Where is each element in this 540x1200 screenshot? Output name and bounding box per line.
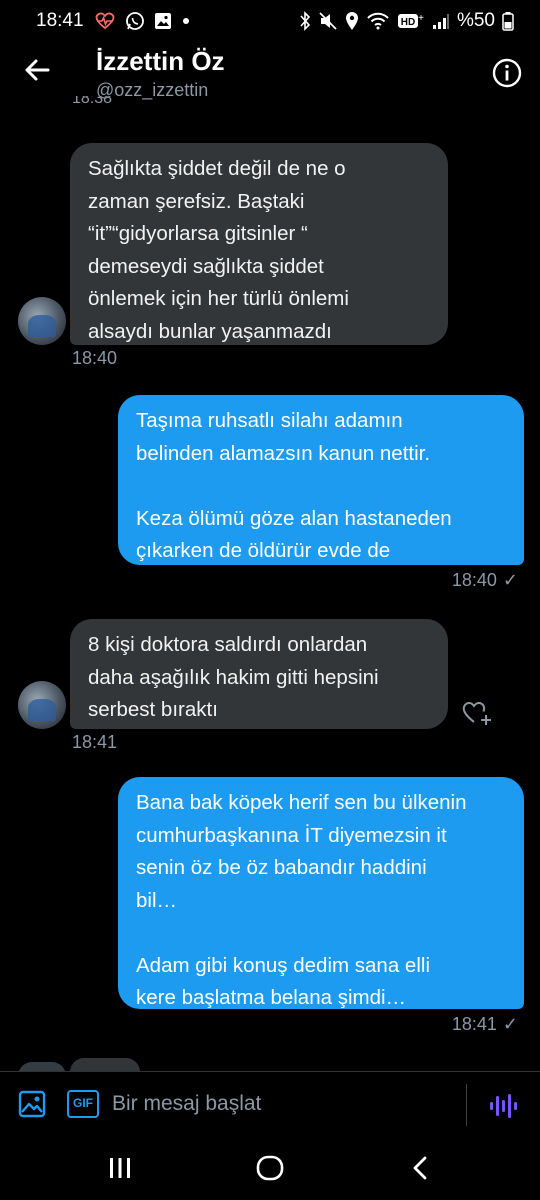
outgoing-message[interactable]: Bana bak köpek herif sen bu ülkenin cumh…: [118, 777, 524, 1009]
heart-pulse-icon: [95, 12, 114, 30]
mute-icon: [319, 12, 337, 30]
sent-check-icon: ✓: [502, 1014, 518, 1034]
contact-handle[interactable]: @ozz_izzettin: [96, 80, 208, 101]
signal-icon: [432, 14, 449, 29]
contact-name[interactable]: İzzettin Öz: [96, 46, 225, 77]
bluetooth-icon: [300, 11, 311, 31]
wifi-icon: [367, 12, 389, 30]
message-timestamp: 18:40: [451, 570, 497, 590]
info-icon[interactable]: [492, 58, 522, 88]
battery-icon: [502, 12, 514, 31]
incoming-message[interactable]: 8 kişi doktora saldırdı onlardan daha aş…: [70, 619, 448, 729]
message-timestamp-row: 18:41 ✓: [452, 1014, 518, 1035]
conversation-header: İzzettin Öz @ozz_izzettin: [0, 42, 540, 104]
contact-avatar[interactable]: [18, 297, 66, 345]
back-nav-icon[interactable]: [410, 1155, 430, 1181]
svg-text:+: +: [418, 13, 424, 24]
incoming-message-partial: [70, 1058, 140, 1072]
contact-avatar[interactable]: [18, 681, 66, 729]
outgoing-message[interactable]: Taşıma ruhsatlı silahı adamın belinden a…: [118, 395, 524, 565]
hd-icon: HD +: [397, 13, 424, 28]
recent-apps-icon[interactable]: [108, 1155, 132, 1181]
battery-percent: %50: [456, 10, 495, 31]
status-bar: 18:41 HD + %50: [0, 0, 540, 42]
message-composer: GIF: [0, 1071, 540, 1135]
voice-message-icon[interactable]: [488, 1092, 518, 1120]
image-icon[interactable]: [18, 1090, 46, 1118]
add-reaction-heart-icon[interactable]: [460, 697, 494, 727]
message-timestamp-clipped: 18:38: [72, 96, 113, 107]
message-timestamp-row: 18:40 ✓: [452, 570, 518, 591]
location-icon: [345, 12, 358, 30]
sent-check-icon: ✓: [502, 570, 518, 590]
status-time: 18:41: [36, 10, 84, 31]
home-icon[interactable]: [256, 1155, 284, 1181]
message-input[interactable]: [112, 1084, 452, 1124]
system-navigation-bar: [0, 1135, 540, 1200]
system-icons: HD + %50: [299, 10, 514, 32]
dot-icon: [182, 18, 189, 24]
message-timestamp: 18:40: [72, 348, 118, 368]
incoming-message[interactable]: Sağlıkta şiddet değil de ne o zaman şere…: [70, 143, 448, 345]
composer-divider: [466, 1084, 467, 1126]
svg-text:HD: HD: [401, 17, 415, 28]
gallery-icon: [154, 13, 171, 29]
message-timestamp: 18:41: [451, 1014, 497, 1034]
message-timestamp: 18:41: [72, 732, 118, 752]
back-arrow-icon[interactable]: [22, 54, 54, 86]
notification-icons: [94, 11, 191, 31]
gif-button[interactable]: GIF: [67, 1090, 99, 1118]
whatsapp-icon: [125, 12, 144, 30]
